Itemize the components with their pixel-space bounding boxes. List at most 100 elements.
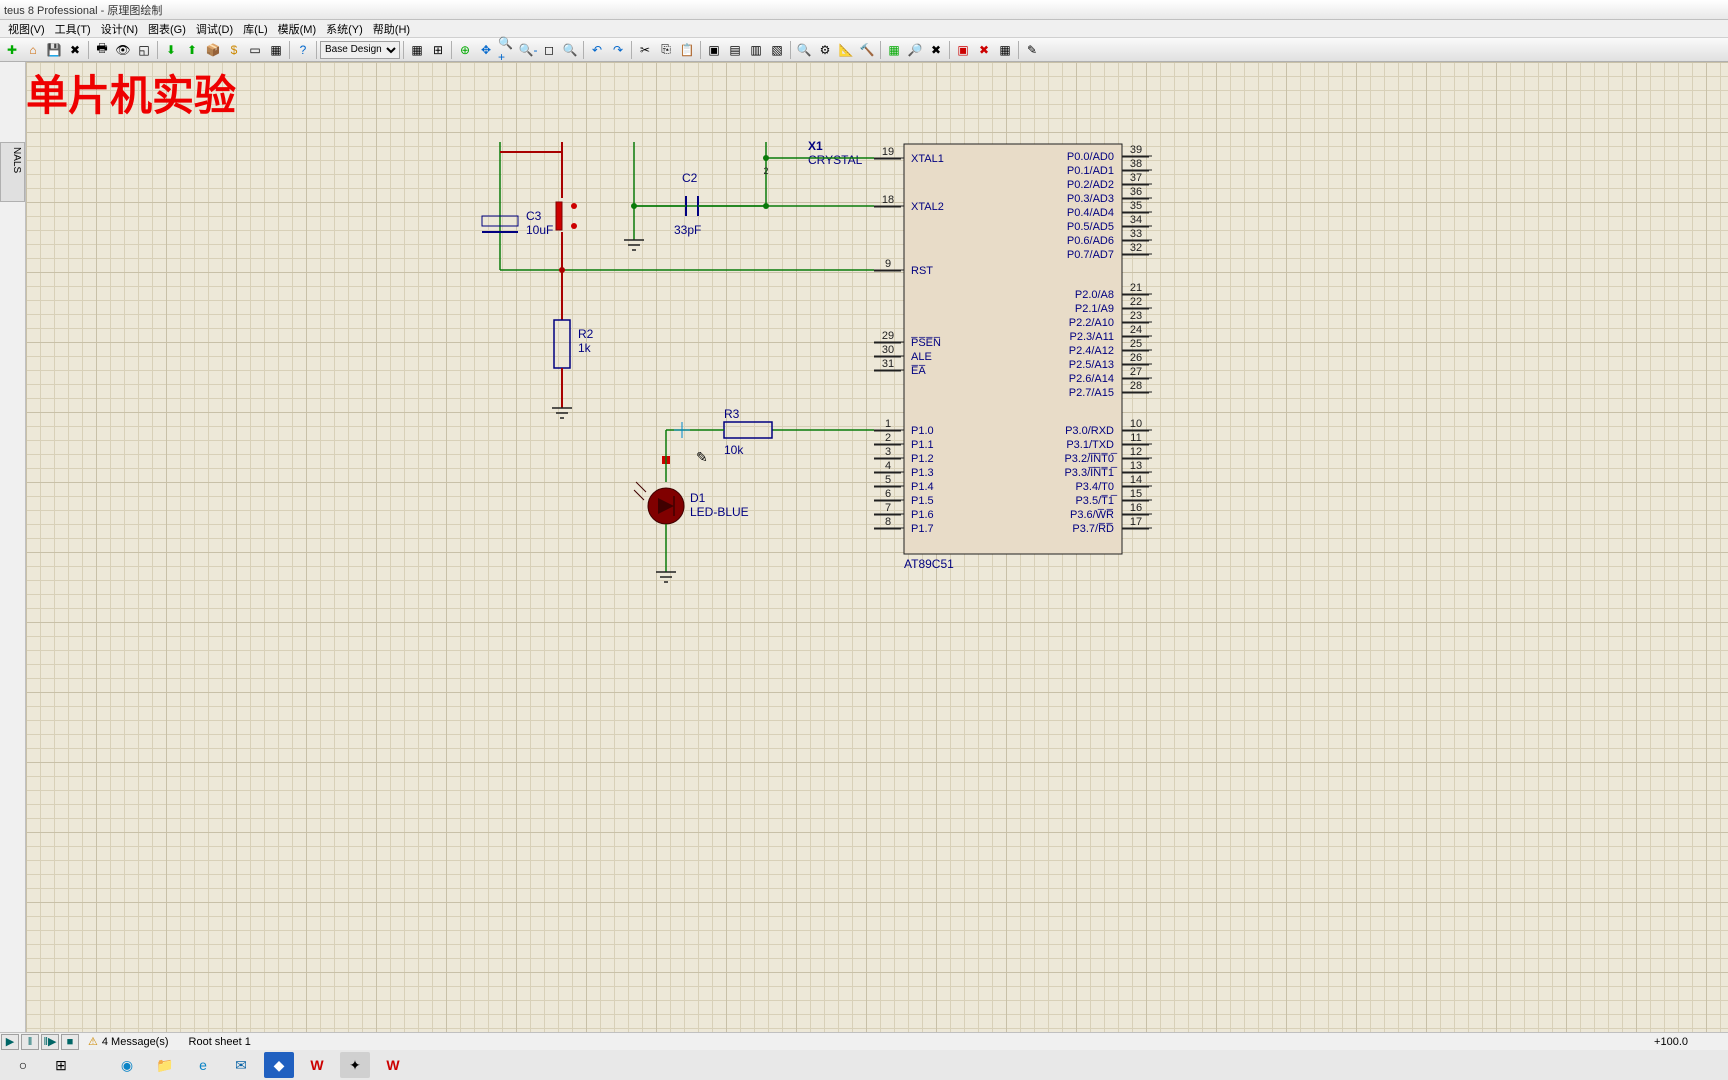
netlist-icon[interactable]: ✖ <box>974 40 994 60</box>
sim-play-icon[interactable]: ▶ <box>1 1034 19 1050</box>
undo-icon[interactable]: ↶ <box>587 40 607 60</box>
svg-text:26: 26 <box>1130 352 1142 364</box>
package-icon[interactable]: 📦 <box>203 40 223 60</box>
menu-system[interactable]: 系统(Y) <box>322 21 367 37</box>
zoom-fit-icon[interactable]: ◻ <box>539 40 559 60</box>
svg-text:P3.1/TXD: P3.1/TXD <box>1066 439 1114 451</box>
sim-pause-icon[interactable]: ‖ <box>21 1034 39 1050</box>
menu-help[interactable]: 帮助(H) <box>369 21 414 37</box>
svg-text:21: 21 <box>1130 282 1142 294</box>
proteus-icon[interactable]: ✦ <box>340 1052 370 1078</box>
svg-text:29: 29 <box>882 330 894 342</box>
search-icon[interactable]: 🔎 <box>905 40 925 60</box>
reset-switch[interactable] <box>556 202 562 230</box>
title-text: teus 8 Professional - 原理图绘制 <box>4 2 162 18</box>
svg-text:13: 13 <box>1130 460 1142 472</box>
svg-text:17: 17 <box>1130 516 1142 528</box>
zoom-sel-icon[interactable]: 🔍 <box>560 40 580 60</box>
make-icon[interactable]: ⚙ <box>815 40 835 60</box>
menu-debug[interactable]: 调试(D) <box>192 21 237 37</box>
status-messages[interactable]: ⚠ 4 Message(s) <box>88 1035 169 1048</box>
snippet-icon[interactable]: ▭ <box>245 40 265 60</box>
origin-icon[interactable]: ⊕ <box>455 40 475 60</box>
r2-val: 1k <box>578 341 592 355</box>
help-icon[interactable]: ? <box>293 40 313 60</box>
crystal-ref: X1 <box>808 139 823 153</box>
import-icon[interactable]: ⬇ <box>161 40 181 60</box>
decompose-icon[interactable]: 🔨 <box>857 40 877 60</box>
copy-icon[interactable]: ⎘ <box>656 40 676 60</box>
paste-icon[interactable]: 📋 <box>677 40 697 60</box>
cut-icon[interactable]: ✂ <box>635 40 655 60</box>
svg-text:P2.6/A14: P2.6/A14 <box>1069 373 1114 385</box>
new-icon[interactable]: ✚ <box>2 40 22 60</box>
design-mode-select[interactable]: Base Design <box>320 41 400 59</box>
bom-icon[interactable]: ▦ <box>995 40 1015 60</box>
browser-icon[interactable]: e <box>188 1052 218 1078</box>
export-icon[interactable]: ⬆ <box>182 40 202 60</box>
svg-text:30: 30 <box>882 344 894 356</box>
wps2-icon[interactable]: W <box>378 1052 408 1078</box>
task-view-icon[interactable]: ⊞ <box>46 1052 76 1078</box>
report-icon[interactable]: ▦ <box>266 40 286 60</box>
snap-icon[interactable]: ⊞ <box>428 40 448 60</box>
edge-icon[interactable]: ◉ <box>112 1052 142 1078</box>
print-icon[interactable]: 🖶 <box>92 40 112 60</box>
block-delete-icon[interactable]: ▧ <box>767 40 787 60</box>
terminals-tab[interactable]: NALS <box>0 142 25 202</box>
svg-text:2: 2 <box>885 432 891 444</box>
svg-text:39: 39 <box>1130 144 1142 156</box>
schematic-svg[interactable]: AT89C51 19XTAL1 18XTAL2 9RST 29P̅S̅E̅N̅ … <box>26 62 1726 962</box>
search-icon[interactable]: ○ <box>8 1052 38 1078</box>
canvas[interactable]: 单片机实验 AT89C51 19XTAL1 18XTAL2 9RST 29P̅S… <box>26 62 1728 1032</box>
zoom-in-icon[interactable]: 🔍+ <box>497 40 517 60</box>
edit-icon[interactable]: ✎ <box>1022 40 1042 60</box>
dollar-icon[interactable]: $ <box>224 40 244 60</box>
toggle-wire-icon[interactable]: ▦ <box>884 40 904 60</box>
sim-stop-icon[interactable]: ■ <box>61 1034 79 1050</box>
block-move-icon[interactable]: ▤ <box>725 40 745 60</box>
svg-text:P2.5/A13: P2.5/A13 <box>1069 359 1114 371</box>
r3-component[interactable] <box>724 422 772 438</box>
r2-component[interactable] <box>554 320 570 368</box>
svg-text:P1.6: P1.6 <box>911 509 934 521</box>
menu-design[interactable]: 设计(N) <box>97 21 142 37</box>
sim-step-icon[interactable]: ‖▶ <box>41 1034 59 1050</box>
home-icon[interactable]: ⌂ <box>23 40 43 60</box>
menu-view[interactable]: 视图(V) <box>4 21 49 37</box>
svg-text:24: 24 <box>1130 324 1142 336</box>
grid-icon[interactable]: ▦ <box>407 40 427 60</box>
zoom-area-icon[interactable]: ◱ <box>134 40 154 60</box>
save-icon[interactable]: 💾 <box>44 40 64 60</box>
mail-icon[interactable]: ✉ <box>226 1052 256 1078</box>
zoom-out-icon[interactable]: 🔍- <box>518 40 538 60</box>
package-mode-icon[interactable]: 📐 <box>836 40 856 60</box>
svg-text:2: 2 <box>763 166 768 176</box>
p0-port[interactable]: 39P0.0/AD038P0.1/AD137P0.2/AD236P0.3/AD3… <box>1064 144 1152 535</box>
block-rotate-icon[interactable]: ▥ <box>746 40 766 60</box>
d1-val: LED-BLUE <box>690 505 749 519</box>
status-sheet[interactable]: Root sheet 1 <box>189 1036 251 1048</box>
property-icon[interactable]: ✖ <box>926 40 946 60</box>
preview-icon[interactable]: 👁 <box>113 40 133 60</box>
menu-tools[interactable]: 工具(T) <box>51 21 95 37</box>
crystal-val: CRYSTAL <box>808 153 863 167</box>
menu-chart[interactable]: 图表(G) <box>144 21 190 37</box>
svg-text:P3.4/T0: P3.4/T0 <box>1075 481 1114 493</box>
app1-icon[interactable]: ◆ <box>264 1052 294 1078</box>
erc-icon[interactable]: ▣ <box>953 40 973 60</box>
svg-text:P3.0/RXD: P3.0/RXD <box>1065 425 1114 437</box>
wps-icon[interactable]: W <box>302 1052 332 1078</box>
svg-text:P1.0: P1.0 <box>911 425 934 437</box>
pan-icon[interactable]: ✥ <box>476 40 496 60</box>
svg-text:P0.2/AD2: P0.2/AD2 <box>1067 179 1114 191</box>
svg-text:P̅S̅E̅N̅: P̅S̅E̅N̅ <box>910 337 941 349</box>
svg-text:P1.1: P1.1 <box>911 439 934 451</box>
menu-template[interactable]: 模版(M) <box>274 21 321 37</box>
redo-icon[interactable]: ↷ <box>608 40 628 60</box>
menu-library[interactable]: 库(L) <box>239 21 271 37</box>
close-icon[interactable]: ✖ <box>65 40 85 60</box>
block-copy-icon[interactable]: ▣ <box>704 40 724 60</box>
explorer-icon[interactable]: 📁 <box>150 1052 180 1078</box>
pick-icon[interactable]: 🔍 <box>794 40 814 60</box>
